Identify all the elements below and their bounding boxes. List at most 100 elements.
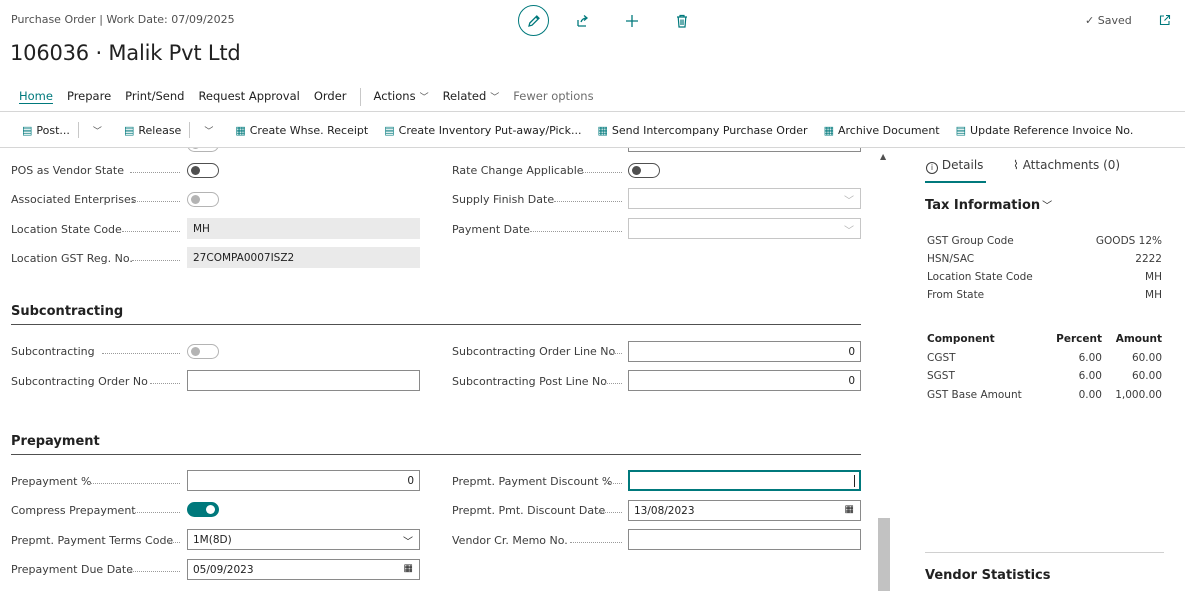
section-title-subcontracting[interactable]: Subcontracting [11, 304, 123, 319]
label-dots [598, 512, 622, 513]
update-reference-invoice-button[interactable]: ▤ Update Reference Invoice No. [948, 119, 1142, 141]
location-state-code-field[interactable]: MH [187, 218, 420, 239]
factbox-tab-attachments[interactable]: ⌇ Attachments (0) [1013, 158, 1120, 172]
prepayment-percent-input[interactable]: 0 [187, 470, 420, 491]
rate-change-applicable-toggle[interactable] [628, 163, 660, 178]
table-row: CGST 6.00 60.00 [927, 351, 1162, 364]
popout-icon [1159, 14, 1171, 26]
field-label: Prepmt. Pmt. Discount Date [452, 504, 606, 517]
plus-icon [626, 15, 638, 27]
tab-print-send[interactable]: Print/Send [118, 85, 191, 109]
trash-icon [677, 14, 687, 28]
post-dropdown-button[interactable]: ﹀ [79, 119, 116, 141]
chevron-down-icon: ﹀ [490, 93, 500, 103]
calendar-icon[interactable]: ▦ [845, 504, 854, 515]
pos-vendor-state-toggle[interactable] [187, 163, 219, 178]
tab-request-approval[interactable]: Request Approval [191, 85, 306, 109]
tax-info-row: From State MH [927, 289, 1162, 301]
calendar-icon[interactable]: ▦ [404, 563, 413, 574]
subcontracting-post-line-no-input[interactable]: 0 [628, 370, 861, 391]
prepayment-due-date-input[interactable]: 05/09/2023 ▦ [187, 559, 420, 580]
new-button[interactable] [617, 6, 647, 36]
payment-date-select[interactable]: ﹀ [628, 218, 861, 239]
send-intercompany-button[interactable]: ▦ Send Intercompany Purchase Order [589, 119, 815, 141]
prepmt-payment-discount-percent-input[interactable] [628, 470, 861, 491]
section-divider [11, 454, 861, 455]
field-label: Prepayment Due Date [11, 563, 133, 576]
check-icon: ✓ [1085, 14, 1095, 27]
fewer-options-link[interactable]: Fewer options [506, 85, 600, 109]
prepmt-payment-terms-code-select[interactable]: 1M(8D) ﹀ [187, 529, 420, 550]
tab-home[interactable]: Home [12, 85, 60, 109]
delete-button[interactable] [667, 6, 697, 36]
scroll-up-icon[interactable]: ▲ [880, 152, 886, 161]
field-label: Associated Enterprises [11, 193, 137, 206]
warehouse-icon: ▦ [235, 123, 246, 137]
page-title: 106036 · Malik Pvt Ltd [10, 41, 241, 65]
action-bar: ▤ Post... ﹀ ▤ Release ﹀ ▦ Create Whse. Rece… [0, 118, 1141, 142]
factbox-tab-details[interactable]: i Details [926, 158, 983, 174]
field-label: Rate Change Applicable [452, 164, 584, 177]
vendor-cr-memo-no-input[interactable] [628, 529, 861, 550]
field-label: Prepmt. Payment Discount % [452, 475, 613, 488]
tax-info-row: GST Group Code GOODS 12% [927, 235, 1162, 247]
post-button[interactable]: ▤ Post... [0, 119, 78, 141]
supply-finish-date-select[interactable]: ﹀ [628, 188, 861, 209]
text-cursor [854, 474, 855, 487]
archive-document-button[interactable]: ▦ Archive Document [816, 119, 948, 141]
label-dots [530, 231, 622, 232]
table-header-row: Component Percent Amount [927, 333, 1162, 346]
breadcrumb: Purchase Order | Work Date: 07/09/2025 [11, 13, 235, 26]
chevron-down-icon: ﹀ [1042, 201, 1053, 212]
tax-info-row: Location State Code MH [927, 271, 1162, 283]
section-title-prepayment[interactable]: Prepayment [11, 434, 100, 449]
edit-button[interactable] [518, 5, 549, 36]
field-label: Subcontracting Post Line No [452, 375, 608, 388]
prepmt-pmt-discount-date-input[interactable]: 13/08/2023 ▦ [628, 500, 861, 521]
chevron-down-icon: ﹀ [92, 126, 102, 137]
create-whse-receipt-button[interactable]: ▦ Create Whse. Receipt [227, 119, 376, 141]
nav-divider [359, 88, 361, 106]
action-bar-divider [0, 147, 1185, 148]
popout-button[interactable] [1159, 14, 1171, 29]
field-label: Prepayment % [11, 475, 92, 488]
field-label: Payment Date [452, 223, 530, 236]
share-button[interactable] [568, 6, 598, 36]
info-icon: i [926, 162, 938, 174]
field-label: Location State Code [11, 223, 122, 236]
chevron-down-icon: ﹀ [419, 93, 429, 103]
label-dots [132, 260, 180, 261]
tax-information-header[interactable]: Tax Information ﹀ [925, 197, 1052, 213]
tab-prepare[interactable]: Prepare [60, 85, 118, 109]
tab-related[interactable]: Related ﹀ [436, 85, 507, 109]
associated-enterprises-toggle[interactable] [187, 192, 219, 207]
label-dots [132, 201, 180, 202]
field-label: Location GST Reg. No. [11, 252, 133, 265]
label-dots [604, 383, 622, 384]
label-dots [122, 231, 180, 232]
release-button[interactable]: ▤ Release [116, 119, 189, 141]
label-dots [130, 172, 180, 173]
tax-components-table: Component Percent Amount CGST 6.00 60.00… [927, 330, 1162, 404]
create-inventory-putaway-button[interactable]: ▤ Create Inventory Put-away/Pick... [376, 119, 589, 141]
label-dots [610, 353, 622, 354]
label-dots [102, 353, 180, 354]
vendor-statistics-header[interactable]: Vendor Statistics [925, 568, 1050, 583]
label-dots [150, 383, 180, 384]
subcontracting-order-line-no-input[interactable]: 0 [628, 341, 861, 362]
active-tab-indicator [925, 181, 986, 183]
field-label: Compress Prepayment [11, 504, 136, 517]
tab-actions[interactable]: Actions ﹀ [367, 85, 436, 109]
subcontracting-order-no-input[interactable] [187, 370, 420, 391]
release-dropdown-button[interactable]: ﹀ [190, 119, 227, 141]
compress-prepayment-toggle[interactable] [187, 502, 219, 517]
subcontracting-toggle[interactable] [187, 344, 219, 359]
scrollbar-thumb[interactable] [878, 518, 890, 591]
location-gst-reg-no-field[interactable]: 27COMPA0007ISZ2 [187, 247, 420, 268]
tab-order[interactable]: Order [307, 85, 354, 109]
table-row: SGST 6.00 60.00 [927, 370, 1162, 383]
document-icon: ▤ [955, 123, 967, 137]
field-label: Subcontracting Order Line No [452, 345, 616, 358]
label-dots [570, 542, 622, 543]
pencil-icon [527, 14, 540, 27]
